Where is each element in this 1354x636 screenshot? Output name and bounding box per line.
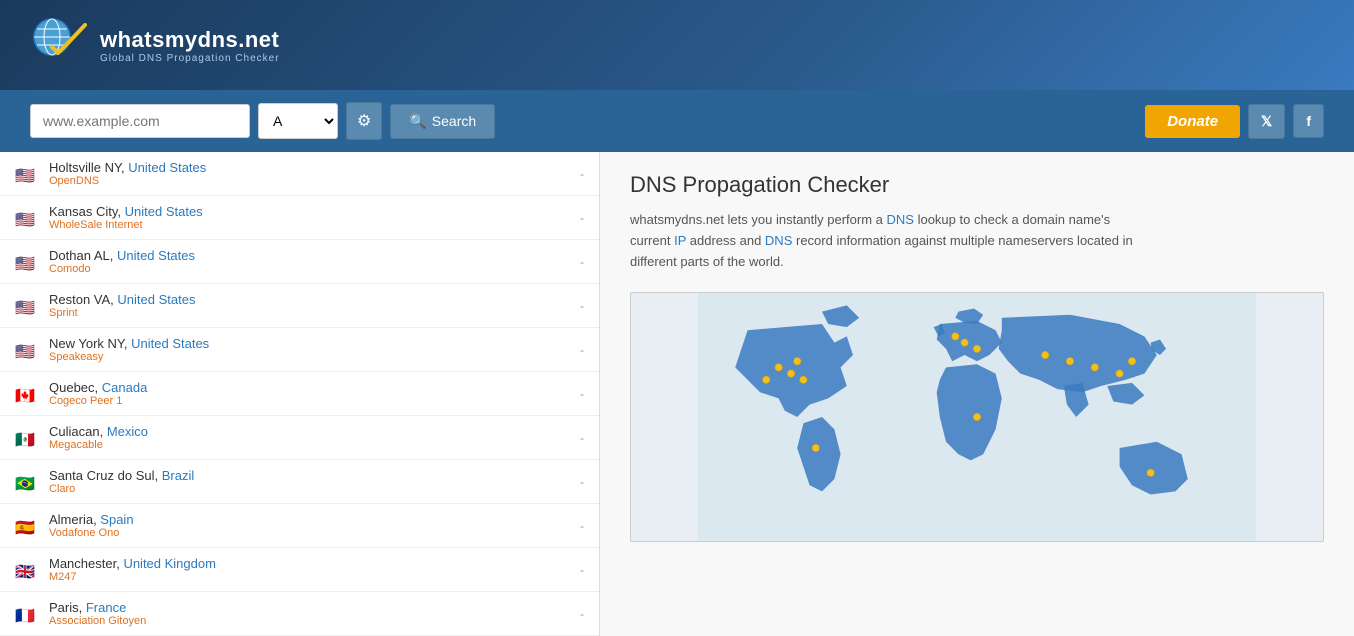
flag-icon: 🇫🇷 <box>15 606 39 622</box>
search-button[interactable]: 🔍 Search <box>390 104 495 139</box>
site-header: whatsmydns.net Global DNS Propagation Ch… <box>0 0 1354 90</box>
record-type-select[interactable]: A AAAA CNAME MX NS TXT SOA <box>258 103 338 139</box>
server-row[interactable]: 🇪🇸 Almeria, SpainVodafone Ono- <box>0 504 599 548</box>
server-result: - <box>580 211 584 225</box>
server-isp: Claro <box>49 483 580 495</box>
server-row[interactable]: 🇲🇽 Culiacan, MexicoMegacable- <box>0 416 599 460</box>
server-location: Santa Cruz do Sul, Brazil <box>49 468 580 483</box>
server-row[interactable]: 🇬🇧 Manchester, United KingdomM247- <box>0 548 599 592</box>
flag-icon: 🇺🇸 <box>15 210 39 226</box>
desc-dns1: DNS <box>887 212 914 227</box>
flag-icon: 🇨🇦 <box>15 386 39 402</box>
main-content: 🇺🇸Holtsville NY, United StatesOpenDNS-🇺🇸… <box>0 152 1354 636</box>
settings-button[interactable]: ⚙ <box>346 102 382 140</box>
server-location: Holtsville NY, United States <box>49 160 580 175</box>
server-info: Quebec, CanadaCogeco Peer 1 <box>49 380 580 407</box>
server-info: Santa Cruz do Sul, BrazilClaro <box>49 468 580 495</box>
server-isp: Comodo <box>49 263 580 275</box>
server-row[interactable]: 🇺🇸 Dothan AL, United StatesComodo- <box>0 240 599 284</box>
right-panel: DNS Propagation Checker whatsmydns.net l… <box>600 152 1354 636</box>
server-row[interactable]: 🇺🇸 New York NY, United StatesSpeakeasy- <box>0 328 599 372</box>
server-isp: Speakeasy <box>49 351 580 363</box>
toolbar-right: Donate 𝕏 f <box>1145 104 1324 139</box>
server-info: Paris, FranceAssociation Gitoyen <box>49 600 580 627</box>
dns-description: whatsmydns.net lets you instantly perfor… <box>630 210 1150 272</box>
server-result: - <box>580 563 584 577</box>
flag-icon: 🇺🇸 <box>15 342 39 358</box>
server-location: Quebec, Canada <box>49 380 580 395</box>
site-subtitle: Global DNS Propagation Checker <box>100 53 280 64</box>
facebook-button[interactable]: f <box>1293 104 1324 138</box>
server-result: - <box>580 519 584 533</box>
server-info: Holtsville NY, United StatesOpenDNS <box>49 160 580 187</box>
server-isp: Megacable <box>49 439 580 451</box>
flag-icon: 🇲🇽 <box>15 430 39 446</box>
server-row[interactable]: 🇧🇷 Santa Cruz do Sul, BrazilClaro- <box>0 460 599 504</box>
server-info: Kansas City, United StatesWholeSale Inte… <box>49 204 580 231</box>
server-info: Manchester, United KingdomM247 <box>49 556 580 583</box>
server-location: Manchester, United Kingdom <box>49 556 580 571</box>
server-result: - <box>580 387 584 401</box>
facebook-icon: f <box>1306 113 1311 129</box>
server-isp: M247 <box>49 571 580 583</box>
server-result: - <box>580 343 584 357</box>
server-row[interactable]: 🇺🇸 Holtsville NY, United StatesOpenDNS- <box>0 152 599 196</box>
server-location: Reston VA, United States <box>49 292 580 307</box>
logo-area: whatsmydns.net Global DNS Propagation Ch… <box>30 15 280 75</box>
world-map <box>630 292 1324 542</box>
server-isp: Association Gitoyen <box>49 615 580 627</box>
flag-icon: 🇺🇸 <box>15 166 39 182</box>
logo-icon <box>30 15 90 75</box>
server-result: - <box>580 255 584 269</box>
server-result: - <box>580 475 584 489</box>
desc-dns2: DNS <box>765 233 792 248</box>
server-row[interactable]: 🇨🇦 Quebec, CanadaCogeco Peer 1- <box>0 372 599 416</box>
server-list: 🇺🇸Holtsville NY, United StatesOpenDNS-🇺🇸… <box>0 152 600 636</box>
twitter-button[interactable]: 𝕏 <box>1248 104 1285 139</box>
server-isp: WholeSale Internet <box>49 219 580 231</box>
server-row[interactable]: 🇺🇸 Reston VA, United StatesSprint- <box>0 284 599 328</box>
server-isp: Vodafone Ono <box>49 527 580 539</box>
flag-icon: 🇧🇷 <box>15 474 39 490</box>
search-label: Search <box>432 113 476 129</box>
donate-button[interactable]: Donate <box>1145 105 1240 138</box>
server-result: - <box>580 607 584 621</box>
flag-icon: 🇺🇸 <box>15 298 39 314</box>
flag-icon: 🇬🇧 <box>15 562 39 578</box>
site-title: whatsmydns.net <box>100 27 280 53</box>
domain-input[interactable] <box>30 104 250 138</box>
flag-icon: 🇺🇸 <box>15 254 39 270</box>
server-result: - <box>580 299 584 313</box>
server-isp: Sprint <box>49 307 580 319</box>
server-info: Almeria, SpainVodafone Ono <box>49 512 580 539</box>
server-info: New York NY, United StatesSpeakeasy <box>49 336 580 363</box>
flag-icon: 🇪🇸 <box>15 518 39 534</box>
toolbar: A AAAA CNAME MX NS TXT SOA ⚙ 🔍 Search Do… <box>0 90 1354 152</box>
server-info: Culiacan, MexicoMegacable <box>49 424 580 451</box>
server-location: Paris, France <box>49 600 580 615</box>
logo-text: whatsmydns.net Global DNS Propagation Ch… <box>100 27 280 64</box>
server-location: Culiacan, Mexico <box>49 424 580 439</box>
server-row[interactable]: 🇫🇷 Paris, FranceAssociation Gitoyen- <box>0 592 599 636</box>
search-icon: 🔍 <box>409 113 426 130</box>
server-result: - <box>580 431 584 445</box>
server-row[interactable]: 🇺🇸 Kansas City, United StatesWholeSale In… <box>0 196 599 240</box>
server-location: New York NY, United States <box>49 336 580 351</box>
server-location: Almeria, Spain <box>49 512 580 527</box>
server-result: - <box>580 167 584 181</box>
twitter-icon: 𝕏 <box>1261 113 1272 129</box>
dns-title: DNS Propagation Checker <box>630 172 1324 198</box>
server-info: Reston VA, United StatesSprint <box>49 292 580 319</box>
server-location: Kansas City, United States <box>49 204 580 219</box>
server-isp: OpenDNS <box>49 175 580 187</box>
server-isp: Cogeco Peer 1 <box>49 395 580 407</box>
server-info: Dothan AL, United StatesComodo <box>49 248 580 275</box>
desc-text1: whatsmydns.net lets you instantly perfor… <box>630 212 887 227</box>
desc-ip: IP <box>674 233 686 248</box>
server-location: Dothan AL, United States <box>49 248 580 263</box>
desc-text3: address and <box>686 233 765 248</box>
